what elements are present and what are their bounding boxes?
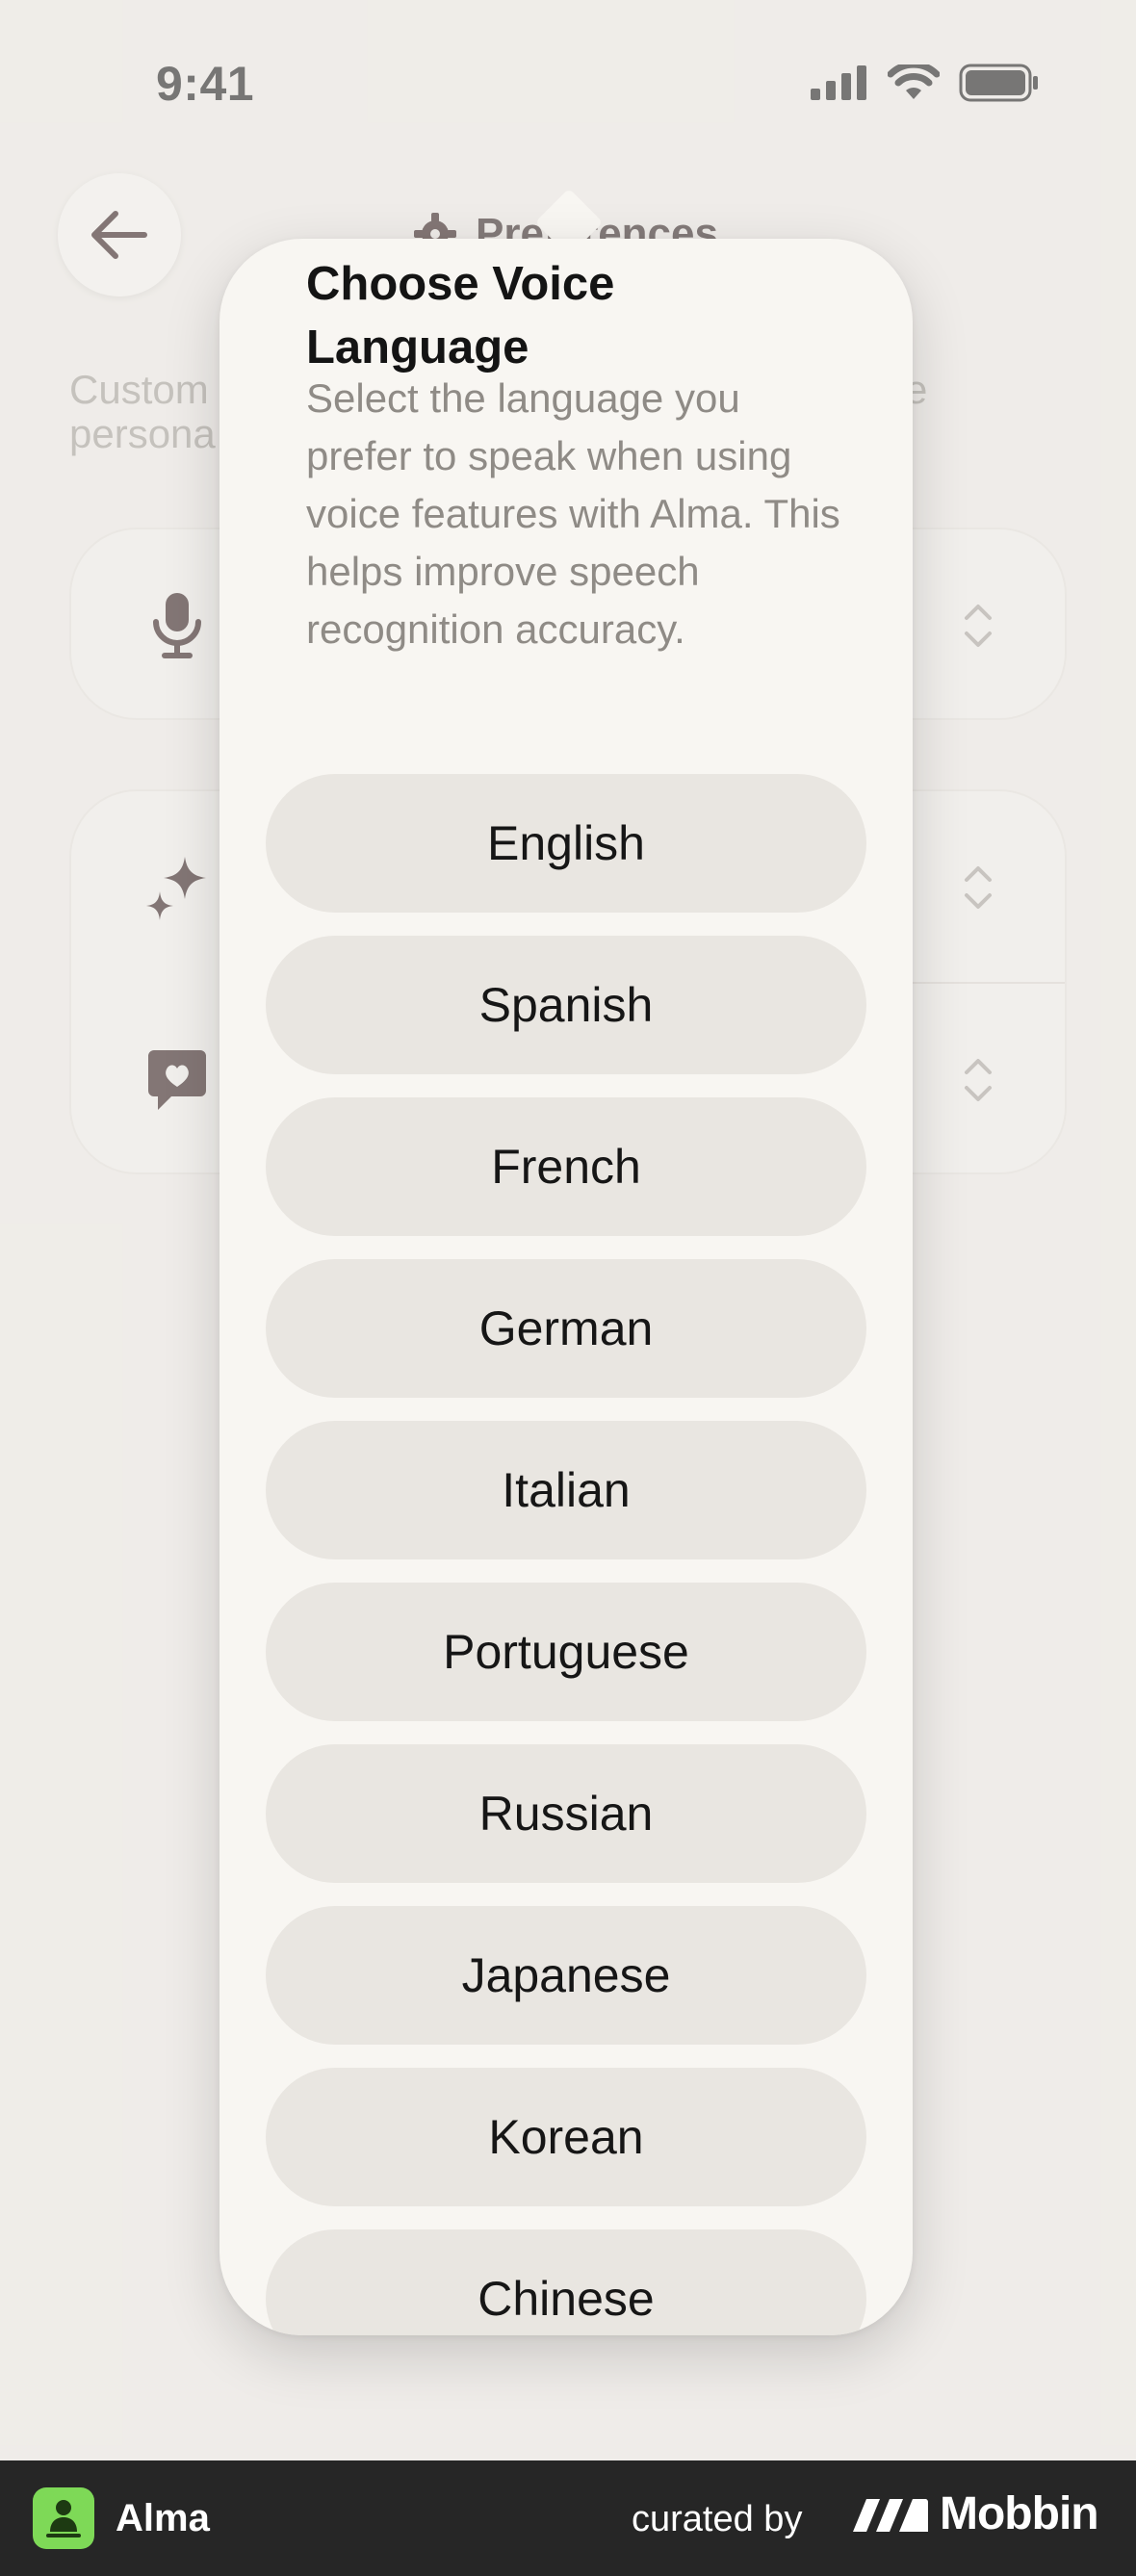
language-option-english[interactable]: English	[266, 774, 866, 913]
app-name: Alma	[116, 2497, 210, 2539]
popover-title: Choose Voice Language	[306, 258, 615, 374]
alma-app-icon	[33, 2487, 94, 2549]
language-option-spanish[interactable]: Spanish	[266, 936, 866, 1074]
curated-by-label: curated by	[632, 2499, 803, 2539]
language-option-portuguese[interactable]: Portuguese	[266, 1583, 866, 1721]
attribution-bar: Alma curated by Mobbin	[0, 2460, 1136, 2576]
language-options-list: English Spanish French German Italian Po…	[266, 774, 866, 2335]
language-option-russian[interactable]: Russian	[266, 1744, 866, 1883]
language-option-japanese[interactable]: Japanese	[266, 1906, 866, 2045]
language-option-french[interactable]: French	[266, 1097, 866, 1236]
mobbin-logo: Mobbin	[851, 2487, 1099, 2540]
language-option-korean[interactable]: Korean	[266, 2068, 866, 2206]
mobbin-wordmark: Mobbin	[940, 2488, 1099, 2539]
popover-description: Select the language you prefer to speak …	[306, 375, 840, 652]
language-option-german[interactable]: German	[266, 1259, 866, 1398]
voice-language-popover: Choose Voice Language Select the languag…	[219, 239, 913, 2335]
language-option-italian[interactable]: Italian	[266, 1421, 866, 1559]
language-option-chinese[interactable]: Chinese	[266, 2229, 866, 2335]
mobbin-mark-icon	[853, 2498, 929, 2532]
